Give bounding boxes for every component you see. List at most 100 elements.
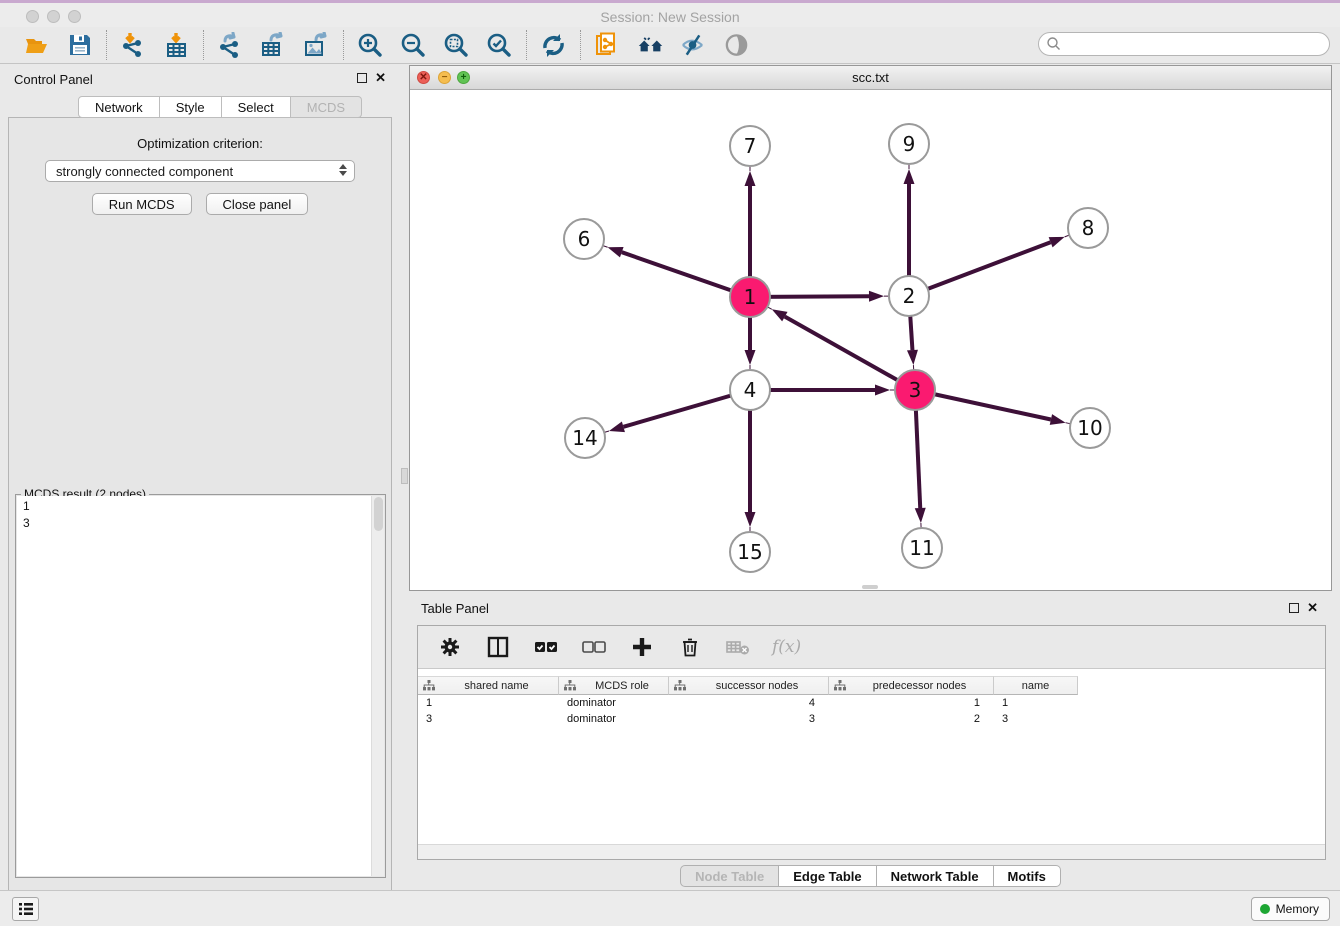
column-header-MCDS-role[interactable]: MCDS role [559, 676, 669, 695]
graph-node-3[interactable]: 3 [894, 369, 936, 411]
graph-edges [410, 90, 1331, 590]
zoom-out-icon[interactable] [400, 32, 427, 59]
graph-node-8[interactable]: 8 [1067, 207, 1109, 249]
task-list-icon [18, 902, 34, 916]
tab-select[interactable]: Select [222, 96, 291, 118]
network-window-title: scc.txt [410, 70, 1331, 85]
table-cell[interactable]: 3 [418, 712, 559, 728]
tab-edge-table[interactable]: Edge Table [779, 865, 876, 887]
network-view-window: ✕ − + scc.txt 7 9 6 8 1 2 4 3 14 10 15 11 [409, 65, 1332, 591]
table-cell[interactable]: 3 [994, 712, 1078, 728]
graph-node-15[interactable]: 15 [729, 531, 771, 573]
graph-node-11[interactable]: 11 [901, 527, 943, 569]
table-row[interactable]: 1dominator411 [418, 696, 1325, 712]
window-titlebar: Session: New Session [0, 0, 1340, 27]
table-hscrollbar[interactable] [418, 844, 1325, 859]
float-panel-icon[interactable] [357, 73, 367, 83]
deselect-all-icon[interactable] [580, 634, 607, 661]
search-field[interactable] [1038, 32, 1330, 56]
canvas-grip-icon[interactable] [862, 585, 878, 589]
tab-node-table[interactable]: Node Table [680, 865, 779, 887]
table-settings-icon[interactable] [436, 634, 463, 661]
table-cell[interactable]: 4 [669, 696, 829, 712]
task-history-button[interactable] [12, 897, 39, 921]
open-session-icon[interactable] [23, 32, 50, 59]
table-cell[interactable]: 1 [994, 696, 1078, 712]
tab-style[interactable]: Style [160, 96, 222, 118]
mcds-result-text[interactable]: 1 3 [17, 496, 371, 876]
criterion-dropdown[interactable]: strongly connected component [45, 160, 355, 182]
show-graphics-icon[interactable] [723, 32, 750, 59]
column-header-name[interactable]: name [994, 676, 1078, 695]
graph-node-9[interactable]: 9 [888, 123, 930, 165]
run-mcds-button[interactable]: Run MCDS [92, 193, 192, 215]
select-all-icon[interactable] [532, 634, 559, 661]
tab-motifs[interactable]: Motifs [994, 865, 1061, 887]
criterion-value: strongly connected component [56, 164, 233, 179]
network-canvas[interactable]: 7 9 6 8 1 2 4 3 14 10 15 11 [410, 90, 1331, 590]
function-builder-icon: f(x) [772, 637, 801, 657]
result-scrollbar[interactable] [371, 496, 384, 876]
zoom-in-icon[interactable] [357, 32, 384, 59]
status-bar: Memory [0, 890, 1340, 926]
show-all-icon[interactable] [637, 32, 664, 59]
memory-status-icon [1260, 904, 1270, 914]
table-cell[interactable]: 2 [829, 712, 994, 728]
table-tabs: Node TableEdge TableNetwork TableMotifs [409, 865, 1332, 887]
tab-network[interactable]: Network [78, 96, 160, 118]
first-neighbors-icon[interactable] [594, 32, 621, 59]
memory-label: Memory [1276, 902, 1319, 916]
export-network-icon[interactable] [217, 32, 244, 59]
tab-mcds[interactable]: MCDS [291, 96, 362, 118]
search-input[interactable] [1038, 32, 1330, 56]
zoom-fit-icon[interactable] [443, 32, 470, 59]
table-cell[interactable]: 3 [669, 712, 829, 728]
column-header-successor-nodes[interactable]: successor nodes [669, 676, 829, 695]
table-panel: Table Panel ✕ [409, 595, 1332, 890]
panel-splitter[interactable] [400, 65, 409, 890]
table-cell[interactable]: 1 [829, 696, 994, 712]
close-panel-button[interactable]: Close panel [206, 193, 309, 215]
control-panel: Control Panel ✕ NetworkStyleSelectMCDS O… [0, 65, 400, 882]
save-session-icon[interactable] [66, 32, 93, 59]
close-table-panel-icon[interactable]: ✕ [1307, 603, 1318, 613]
export-table-icon[interactable] [260, 32, 287, 59]
graph-node-6[interactable]: 6 [563, 218, 605, 260]
float-table-panel-icon[interactable] [1289, 603, 1299, 613]
import-table-icon[interactable] [163, 32, 190, 59]
import-network-icon[interactable] [120, 32, 147, 59]
table-row[interactable]: 3dominator323 [418, 712, 1325, 728]
add-column-icon[interactable] [628, 634, 655, 661]
control-panel-tabs: NetworkStyleSelectMCDS [78, 96, 362, 118]
window-title: Session: New Session [0, 9, 1340, 25]
node-table-container: f(x) shared nameMCDS rolesuccessor nodes… [417, 625, 1326, 860]
splitter-grip-icon[interactable] [401, 468, 408, 484]
graph-node-1[interactable]: 1 [729, 276, 771, 318]
main-toolbar [0, 27, 1340, 64]
apply-layout-icon[interactable] [540, 32, 567, 59]
memory-button[interactable]: Memory [1251, 897, 1330, 921]
mcds-result-group: MCDS result (2 nodes) 1 3 [15, 494, 386, 878]
delete-column-icon[interactable] [676, 634, 703, 661]
graph-node-4[interactable]: 4 [729, 369, 771, 411]
graph-node-10[interactable]: 10 [1069, 407, 1111, 449]
graph-node-14[interactable]: 14 [564, 417, 606, 459]
graph-node-2[interactable]: 2 [888, 275, 930, 317]
split-view-icon[interactable] [484, 634, 511, 661]
table-toolbar: f(x) [418, 626, 1325, 669]
column-header-predecessor-nodes[interactable]: predecessor nodes [829, 676, 994, 695]
delete-table-icon [724, 634, 751, 661]
table-cell[interactable]: dominator [559, 712, 669, 728]
table-cell[interactable]: 1 [418, 696, 559, 712]
table-cell[interactable]: dominator [559, 696, 669, 712]
tab-network-table[interactable]: Network Table [877, 865, 994, 887]
graph-node-7[interactable]: 7 [729, 125, 771, 167]
search-icon [1046, 36, 1062, 52]
network-window-titlebar[interactable]: ✕ − + scc.txt [410, 66, 1331, 90]
zoom-selected-icon[interactable] [486, 32, 513, 59]
close-panel-icon[interactable]: ✕ [375, 73, 386, 83]
optimization-criterion-label: Optimization criterion: [9, 136, 391, 151]
export-image-icon[interactable] [303, 32, 330, 59]
column-header-shared-name[interactable]: shared name [418, 676, 559, 695]
hide-selected-icon[interactable] [680, 32, 707, 59]
